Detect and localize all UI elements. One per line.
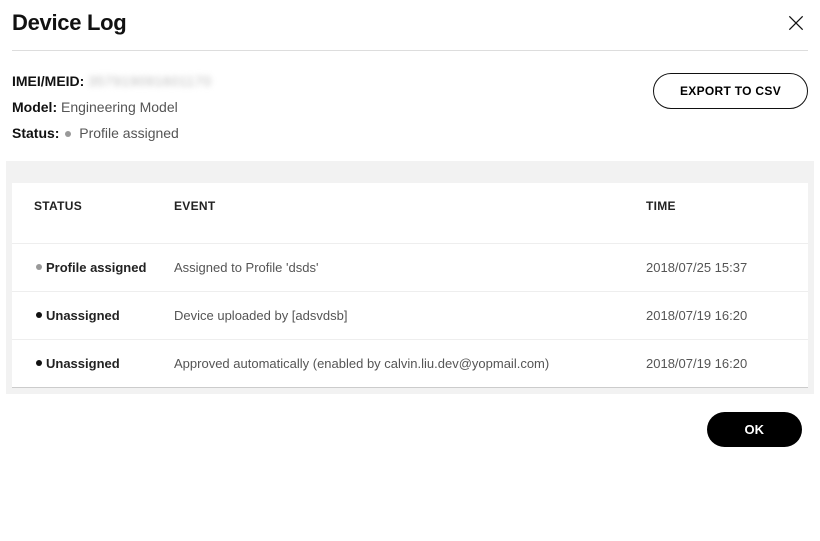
row-status: Profile assigned: [34, 260, 174, 275]
modal-title: Device Log: [12, 10, 126, 36]
imei-label: IMEI/MEID:: [12, 73, 84, 89]
device-log-modal: Device Log IMEI/MEID: 357919091601170 Mo…: [0, 0, 820, 457]
imei-row: IMEI/MEID: 357919091601170: [12, 73, 212, 89]
row-status: Unassigned: [34, 356, 174, 371]
table-header: STATUS EVENT TIME: [12, 183, 808, 229]
model-row: Model: Engineering Model: [12, 99, 212, 115]
row-time: 2018/07/25 15:37: [646, 260, 786, 275]
close-icon: [786, 13, 806, 33]
model-label: Model:: [12, 99, 57, 115]
status-dot-icon: [36, 360, 42, 366]
header-time: TIME: [646, 199, 786, 213]
row-event: Device uploaded by [adsvdsb]: [174, 308, 646, 323]
device-meta: IMEI/MEID: 357919091601170 Model: Engine…: [12, 51, 808, 161]
modal-footer: OK: [12, 394, 808, 457]
status-label: Status:: [12, 125, 59, 141]
row-status: Unassigned: [34, 308, 174, 323]
status-dot-icon: [36, 312, 42, 318]
close-button[interactable]: [784, 11, 808, 35]
log-table: STATUS EVENT TIME Profile assigned Assig…: [12, 183, 808, 388]
status-dot-icon: [36, 264, 42, 270]
ok-button[interactable]: OK: [707, 412, 803, 447]
row-status-text: Profile assigned: [46, 260, 146, 275]
model-value: Engineering Model: [61, 99, 178, 115]
table-row: Unassigned Device uploaded by [adsvdsb] …: [12, 292, 808, 340]
row-event: Approved automatically (enabled by calvi…: [174, 356, 646, 371]
row-status-text: Unassigned: [46, 308, 120, 323]
table-row: Unassigned Approved automatically (enabl…: [12, 340, 808, 388]
row-time: 2018/07/19 16:20: [646, 308, 786, 323]
row-status-text: Unassigned: [46, 356, 120, 371]
table-row: Profile assigned Assigned to Profile 'ds…: [12, 243, 808, 292]
table-body: Profile assigned Assigned to Profile 'ds…: [12, 243, 808, 388]
status-dot-icon: [65, 131, 71, 137]
row-event: Assigned to Profile 'dsds': [174, 260, 646, 275]
row-time: 2018/07/19 16:20: [646, 356, 786, 371]
log-area: STATUS EVENT TIME Profile assigned Assig…: [6, 161, 814, 394]
export-csv-button[interactable]: EXPORT TO CSV: [653, 73, 808, 109]
status-value: Profile assigned: [79, 125, 179, 141]
modal-header: Device Log: [12, 10, 808, 51]
header-event: EVENT: [174, 199, 646, 213]
status-row: Status: Profile assigned: [12, 125, 212, 141]
imei-value: 357919091601170: [88, 73, 211, 89]
header-status: STATUS: [34, 199, 174, 213]
device-meta-left: IMEI/MEID: 357919091601170 Model: Engine…: [12, 73, 212, 141]
